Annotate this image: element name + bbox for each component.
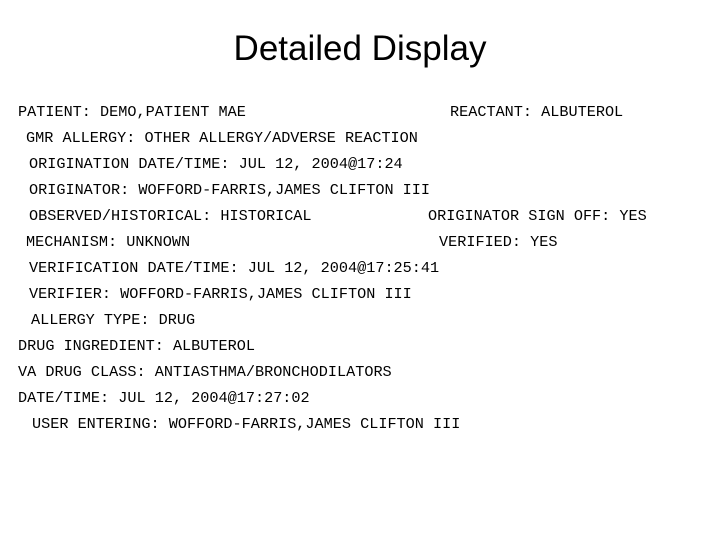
field-observed-historical: OBSERVED/HISTORICAL: HISTORICAL — [29, 207, 312, 225]
record-row-drug-ingredient: DRUG INGREDIENT: ALBUTEROL — [0, 333, 720, 359]
record-row-user-entering: USER ENTERING: WOFFORD-FARRIS,JAMES CLIF… — [0, 411, 720, 437]
record-row-gmr-allergy: GMR ALLERGY: OTHER ALLERGY/ADVERSE REACT… — [0, 125, 720, 151]
field-verification-date-time: VERIFICATION DATE/TIME: JUL 12, 2004@17:… — [29, 259, 440, 277]
field-mechanism: MECHANISM: UNKNOWN — [26, 233, 191, 251]
record-row-originator: ORIGINATOR: WOFFORD-FARRIS,JAMES CLIFTON… — [0, 177, 720, 203]
field-allergy-type: ALLERGY TYPE: DRUG — [31, 311, 196, 329]
field-verified: VERIFIED: YES — [439, 233, 558, 251]
record-row-verifier: VERIFIER: WOFFORD-FARRIS,JAMES CLIFTON I… — [0, 281, 720, 307]
field-gmr-allergy: GMR ALLERGY: OTHER ALLERGY/ADVERSE REACT… — [26, 129, 418, 147]
slide-canvas: Detailed Display PATIENT: DEMO,PATIENT M… — [0, 0, 720, 540]
page-title: Detailed Display — [233, 29, 487, 68]
field-va-drug-class: VA DRUG CLASS: ANTIASTHMA/BRONCHODILATOR… — [18, 363, 392, 381]
field-originator: ORIGINATOR: WOFFORD-FARRIS,JAMES CLIFTON… — [29, 181, 431, 199]
field-originator-sign-off: ORIGINATOR SIGN OFF: YES — [428, 207, 647, 225]
record-row-patient: PATIENT: DEMO,PATIENT MAE REACTANT: ALBU… — [0, 99, 720, 125]
field-drug-ingredient: DRUG INGREDIENT: ALBUTEROL — [18, 337, 255, 355]
record-row-va-drug-class: VA DRUG CLASS: ANTIASTHMA/BRONCHODILATOR… — [0, 359, 720, 385]
record-row-mechanism: MECHANISM: UNKNOWN VERIFIED: YES — [0, 229, 720, 255]
field-verifier: VERIFIER: WOFFORD-FARRIS,JAMES CLIFTON I… — [29, 285, 412, 303]
field-reactant: REACTANT: ALBUTEROL — [450, 103, 624, 121]
record-row-allergy-type: ALLERGY TYPE: DRUG — [0, 307, 720, 333]
record-row-verification-date-time: VERIFICATION DATE/TIME: JUL 12, 2004@17:… — [0, 255, 720, 281]
allergy-detail-record: PATIENT: DEMO,PATIENT MAE REACTANT: ALBU… — [0, 99, 720, 437]
field-user-entering: USER ENTERING: WOFFORD-FARRIS,JAMES CLIF… — [32, 415, 461, 433]
record-row-date-time: DATE/TIME: JUL 12, 2004@17:27:02 — [0, 385, 720, 411]
field-date-time: DATE/TIME: JUL 12, 2004@17:27:02 — [18, 389, 310, 407]
record-row-observed-historical: OBSERVED/HISTORICAL: HISTORICAL ORIGINAT… — [0, 203, 720, 229]
record-row-origination-date-time: ORIGINATION DATE/TIME: JUL 12, 2004@17:2… — [0, 151, 720, 177]
field-origination-date-time: ORIGINATION DATE/TIME: JUL 12, 2004@17:2… — [29, 155, 403, 173]
field-patient: PATIENT: DEMO,PATIENT MAE — [18, 103, 246, 121]
